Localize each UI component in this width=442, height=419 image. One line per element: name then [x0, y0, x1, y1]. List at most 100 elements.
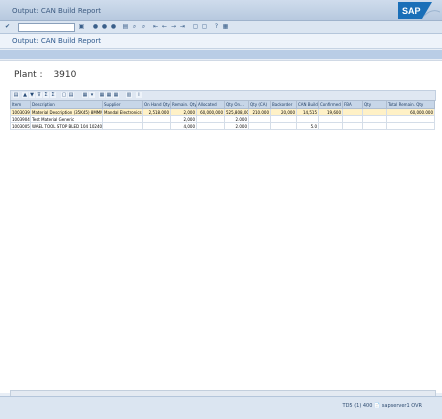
find-next-icon[interactable]: ⌕ [140, 23, 147, 30]
column-header[interactable]: Remain. Qty [170, 100, 197, 109]
app-title: Output: CAN Build Report [12, 37, 102, 45]
sap-logo: SAP [398, 2, 440, 19]
item-cell[interactable]: 10030050 [10, 122, 31, 130]
column-header[interactable]: Qty (CA) [248, 100, 271, 109]
column-header[interactable]: Description [30, 100, 103, 109]
table-cell: 5.0 [296, 122, 319, 130]
report-table: Item Description Supplier On Hand Qty Re… [10, 100, 435, 130]
title-bar: Output: CAN Build Report SAP [0, 0, 442, 21]
export-menu-icon[interactable]: ▾ [89, 92, 95, 98]
find-icon[interactable]: ⌕ [131, 23, 138, 30]
table-cell: 19,600 [318, 108, 343, 116]
table-row[interactable]: 10030396 Material Description (35K45) 8M… [10, 108, 435, 116]
table-cell [362, 108, 387, 116]
graphic-icon[interactable]: ▥ [126, 92, 132, 98]
details-icon[interactable]: ▤ [13, 92, 19, 98]
column-header[interactable]: Total Remain. Qty [386, 100, 435, 109]
exit-icon[interactable]: ● [101, 23, 108, 30]
help-icon[interactable]: ? [213, 23, 220, 30]
column-header[interactable]: Qty [362, 100, 387, 109]
table-cell [362, 115, 387, 123]
supplier-cell: Mandal Electronics S [102, 108, 143, 116]
layout-select-icon[interactable]: ▦ [99, 92, 105, 98]
table-cell: 60,000.000 [386, 108, 435, 116]
column-header[interactable]: Allocated [196, 100, 225, 109]
save-icon[interactable]: ▣ [78, 23, 85, 30]
plant-value: 3910 [53, 70, 77, 80]
system-toolbar: ✔ ▣ ● ● ● ▤ ⌕ ⌕ ⇤ ← → ⇥ ▢ ▢ ? ▦ [0, 21, 442, 34]
table-cell [142, 115, 171, 123]
table-cell: 14,515 [296, 108, 319, 116]
window-title: Output: CAN Build Report [12, 7, 102, 15]
table-row[interactable]: 10030050 WAEL TOOL STOP BLED 104 102400 … [10, 122, 435, 130]
sum-icon[interactable]: Σ [43, 92, 49, 98]
status-bar: TD5 (1) 400 📄 sapserver1 OVR [0, 396, 442, 419]
new-session-icon[interactable]: ▢ [192, 23, 199, 30]
item-cell[interactable]: 10030396 [10, 108, 31, 116]
enter-icon[interactable]: ✔ [4, 23, 11, 30]
supplier-cell [102, 115, 143, 123]
column-header[interactable]: Supplier [102, 100, 143, 109]
table-cell: 210.000 [248, 108, 271, 116]
table-cell [386, 122, 435, 130]
print-preview-icon[interactable]: ▢ [61, 92, 67, 98]
first-page-icon[interactable]: ⇤ [152, 23, 159, 30]
next-page-icon[interactable]: → [170, 23, 177, 30]
table-cell [296, 115, 319, 123]
column-header[interactable]: CAN Build [296, 100, 319, 109]
description-cell: Material Description (35K45) 8MMM [30, 108, 103, 116]
sort-desc-icon[interactable]: ▼ [29, 92, 35, 98]
plant-label: Plant : [14, 70, 43, 80]
export-icon[interactable]: ▦ [82, 92, 88, 98]
table-cell: 2.000 [224, 122, 249, 130]
table-cell [270, 122, 297, 130]
item-cell[interactable]: 10039044 [10, 115, 31, 123]
cancel-icon[interactable]: ● [110, 23, 117, 30]
table-cell: 2,000 [170, 108, 197, 116]
column-header[interactable]: FBA [342, 100, 363, 109]
table-row[interactable]: 10039044 Test Material Generic 2,000 2.0… [10, 115, 435, 123]
table-cell [318, 122, 343, 130]
table-cell: 2.000 [224, 115, 249, 123]
shortcut-icon[interactable]: ▢ [201, 23, 208, 30]
print-icon[interactable]: ▤ [122, 23, 129, 30]
table-cell [362, 122, 387, 130]
table-cell: 2,518.000 [142, 108, 171, 116]
sort-asc-icon[interactable]: ▲ [22, 92, 28, 98]
table-cell: 20,000 [270, 108, 297, 116]
table-cell [342, 122, 363, 130]
column-header[interactable]: Confirmed [318, 100, 343, 109]
supplier-cell [102, 122, 143, 130]
info-icon[interactable]: i [136, 92, 142, 98]
sap-window: Output: CAN Build Report SAP ✔ ▣ ● ● ● ▤… [0, 0, 442, 419]
subtotal-icon[interactable]: Σ [50, 92, 56, 98]
table-cell [196, 122, 225, 130]
table-cell [270, 115, 297, 123]
layout-save-icon[interactable]: ▦ [113, 92, 119, 98]
filter-icon[interactable]: ⊽ [36, 92, 42, 98]
table-cell [142, 122, 171, 130]
table-cell: 2,000 [170, 115, 197, 123]
views-icon[interactable]: ▤ [68, 92, 74, 98]
column-header[interactable]: Backorder [270, 100, 297, 109]
app-title-bar: Output: CAN Build Report [0, 34, 442, 49]
last-page-icon[interactable]: ⇥ [179, 23, 186, 30]
status-text: TD5 (1) 400 📄 sapserver1 OVR [342, 403, 422, 409]
table-cell [196, 115, 225, 123]
table-cell: 60,000,000 [196, 108, 225, 116]
svg-text:SAP: SAP [402, 6, 421, 16]
application-toolbar [0, 50, 442, 59]
layout-icon[interactable]: ▦ [222, 23, 229, 30]
column-header[interactable]: Item [10, 100, 31, 109]
table-cell [248, 122, 271, 130]
back-icon[interactable]: ● [92, 23, 99, 30]
column-header[interactable]: On Hand Qty [142, 100, 171, 109]
table-cell [248, 115, 271, 123]
description-cell: WAEL TOOL STOP BLED 104 102400 1000 10P [30, 122, 103, 130]
column-header[interactable]: Qty On... [224, 100, 249, 109]
table-header-row: Item Description Supplier On Hand Qty Re… [10, 100, 435, 109]
prev-page-icon[interactable]: ← [161, 23, 168, 30]
layout-change-icon[interactable]: ▦ [106, 92, 112, 98]
description-cell: Test Material Generic [30, 115, 103, 123]
command-field[interactable] [18, 23, 75, 32]
